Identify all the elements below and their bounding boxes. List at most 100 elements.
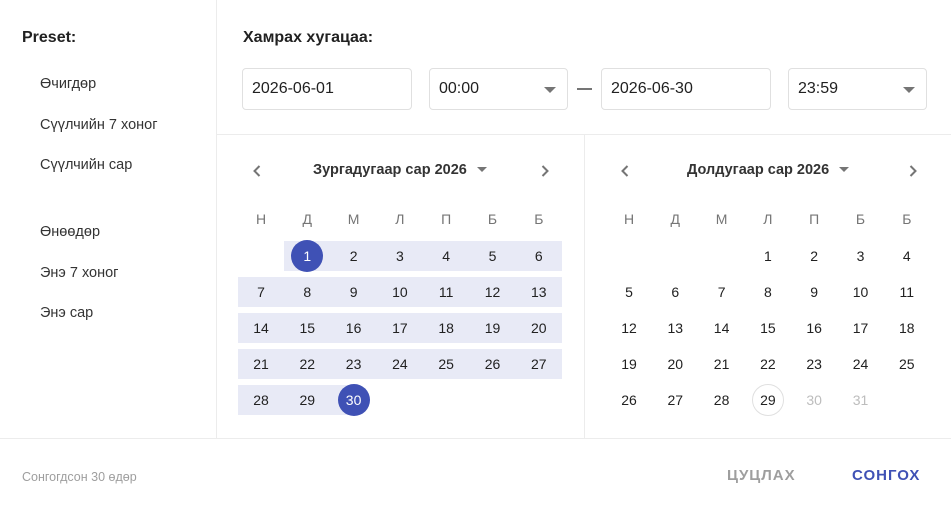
calendar-day[interactable]: 19 (606, 349, 652, 379)
calendar-day[interactable]: 17 (838, 313, 884, 343)
calendar-day[interactable]: 16 (331, 313, 377, 343)
calendar-day[interactable]: 13 (516, 277, 562, 307)
calendar-day[interactable]: 26 (470, 349, 516, 379)
preset-last-month[interactable]: Сүүлчийн сар (40, 157, 132, 173)
calendar-day[interactable]: 29 (745, 384, 791, 416)
weekday-header: П (809, 211, 820, 227)
calendar-day[interactable]: 25 (884, 349, 930, 379)
day-number: 8 (303, 284, 312, 300)
calendar-day[interactable]: 12 (470, 277, 516, 307)
calendar-day[interactable]: 21 (238, 349, 284, 379)
weekday-header: Н (623, 211, 635, 227)
left-month-select[interactable]: Зургадугаар сар 2026 (313, 162, 487, 178)
calendar-day[interactable]: 19 (470, 313, 516, 343)
caret-down-icon (903, 87, 915, 93)
calendar-day[interactable]: 13 (652, 313, 698, 343)
day-number: 7 (257, 284, 265, 300)
today-day: 29 (751, 384, 784, 416)
calendar-day[interactable]: 27 (652, 385, 698, 415)
calendar-day[interactable]: 24 (838, 349, 884, 379)
weekday-header: Н (255, 211, 267, 227)
preset-today[interactable]: Өнөөдөр (40, 224, 100, 240)
day-number: 30 (806, 392, 822, 408)
calendar-day[interactable]: 17 (377, 313, 423, 343)
end-date-value: 2026-06-30 (611, 80, 693, 97)
preset-this-week[interactable]: Энэ 7 хоног (40, 265, 118, 281)
weekday-header: Л (763, 211, 773, 227)
calendar-day[interactable]: 5 (470, 241, 516, 271)
calendar-day[interactable]: 6 (516, 241, 562, 271)
calendar-day[interactable]: 5 (606, 277, 652, 307)
calendar-day[interactable]: 21 (699, 349, 745, 379)
calendar-day[interactable]: 16 (791, 313, 837, 343)
calendar-day[interactable]: 28 (238, 385, 284, 415)
calendar-day[interactable]: 30 (331, 384, 377, 416)
calendar-day[interactable]: 1 (745, 241, 791, 271)
range-separator (577, 88, 592, 90)
calendar-day[interactable]: 27 (516, 349, 562, 379)
calendar-day[interactable]: 3 (838, 241, 884, 271)
calendar-day[interactable]: 22 (745, 349, 791, 379)
calendar-day[interactable]: 7 (699, 277, 745, 307)
weekday-header: Б (855, 211, 866, 227)
day-number: 10 (852, 284, 869, 300)
calendar-day[interactable]: 24 (377, 349, 423, 379)
preset-this-month[interactable]: Энэ сар (40, 305, 93, 321)
preset-title: Preset: (22, 29, 77, 46)
chevron-left-icon (253, 165, 261, 177)
preset-last-7-days[interactable]: Сүүлчийн 7 хоног (40, 117, 158, 133)
left-next-month-button[interactable] (537, 163, 553, 179)
weekday-header: Л (395, 211, 405, 227)
day-number: 10 (392, 284, 408, 300)
day-number: 5 (625, 284, 633, 300)
calendar-day[interactable]: 7 (238, 277, 284, 307)
end-date-input[interactable]: 2026-06-30 (601, 68, 771, 110)
start-time-select[interactable]: 00:00 (429, 68, 568, 110)
calendar-day[interactable]: 23 (331, 349, 377, 379)
calendar-day[interactable]: 9 (331, 277, 377, 307)
end-time-value: 23:59 (798, 80, 839, 97)
calendar-day[interactable]: 10 (838, 277, 884, 307)
end-time-select[interactable]: 23:59 (788, 68, 927, 110)
cancel-button[interactable]: ЦУЦЛАХ (727, 467, 796, 484)
select-button[interactable]: СОНГОХ (852, 467, 920, 484)
calendar-day[interactable]: 20 (516, 313, 562, 343)
calendar-day[interactable]: 11 (423, 277, 469, 307)
calendar-day[interactable]: 3 (377, 241, 423, 271)
calendar-day[interactable]: 2 (331, 241, 377, 271)
calendar-day[interactable]: 23 (791, 349, 837, 379)
day-number: 11 (899, 284, 915, 300)
day-number: 15 (760, 320, 776, 336)
calendar-day[interactable]: 25 (423, 349, 469, 379)
caret-down-icon (476, 166, 487, 172)
calendar-day[interactable]: 22 (284, 349, 330, 379)
calendar-day[interactable]: 4 (423, 241, 469, 271)
start-date-input[interactable]: 2026-06-01 (242, 68, 412, 110)
calendar-day[interactable]: 6 (652, 277, 698, 307)
calendar-day[interactable]: 8 (745, 277, 791, 307)
calendar-day[interactable]: 14 (699, 313, 745, 343)
calendar-day[interactable]: 26 (606, 385, 652, 415)
calendar-day[interactable]: 15 (745, 313, 791, 343)
calendar-day[interactable]: 18 (884, 313, 930, 343)
chevron-right-icon (909, 165, 917, 177)
preset-yesterday[interactable]: Өчигдөр (40, 76, 96, 92)
calendar-day[interactable]: 9 (791, 277, 837, 307)
calendar-day[interactable]: 29 (284, 385, 330, 415)
calendar-day[interactable]: 20 (652, 349, 698, 379)
next-month-button[interactable] (905, 163, 921, 179)
calendar-day[interactable]: 12 (606, 313, 652, 343)
calendar-day[interactable]: 8 (284, 277, 330, 307)
prev-month-button[interactable] (249, 163, 265, 179)
right-month-select[interactable]: Долдугаар сар 2026 (687, 162, 850, 178)
calendar-day[interactable]: 4 (884, 241, 930, 271)
calendar-day[interactable]: 28 (699, 385, 745, 415)
calendar-day[interactable]: 1 (284, 240, 330, 272)
calendar-day[interactable]: 15 (284, 313, 330, 343)
calendar-day[interactable]: 18 (423, 313, 469, 343)
calendar-day[interactable]: 10 (377, 277, 423, 307)
right-prev-month-button[interactable] (617, 163, 633, 179)
calendar-day[interactable]: 11 (884, 277, 930, 307)
calendar-day[interactable]: 2 (791, 241, 837, 271)
calendar-day[interactable]: 14 (238, 313, 284, 343)
